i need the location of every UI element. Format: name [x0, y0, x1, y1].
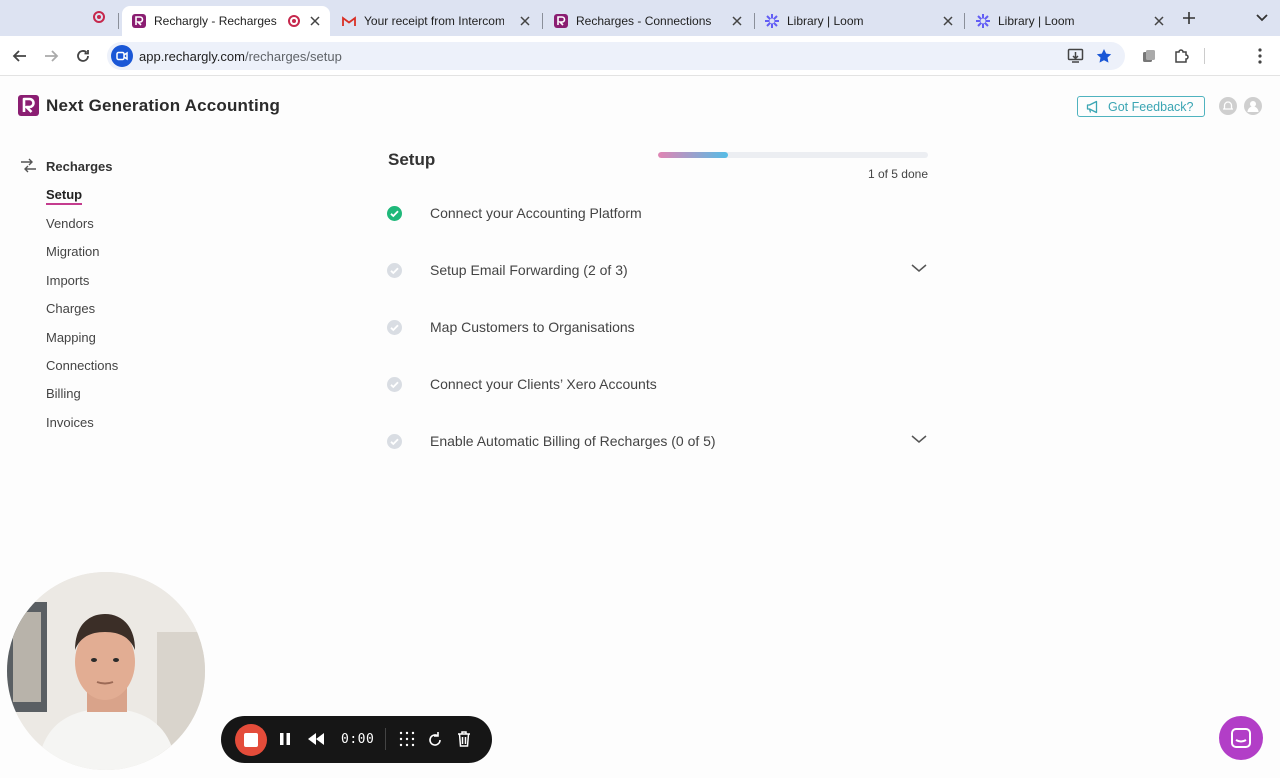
- close-tab-icon[interactable]: [1152, 14, 1166, 28]
- bookmark-star-icon[interactable]: [1096, 48, 1112, 64]
- rechargly-logo[interactable]: [18, 95, 39, 116]
- restart-icon[interactable]: [426, 729, 444, 749]
- sidebar-item-billing[interactable]: Billing: [46, 386, 81, 401]
- extensions-icon[interactable]: [1173, 47, 1190, 64]
- pause-icon[interactable]: [277, 729, 293, 749]
- loom-icon: [765, 14, 779, 28]
- chevron-down-icon[interactable]: [910, 433, 928, 445]
- reload-icon[interactable]: [73, 46, 93, 66]
- toolbar-divider: [1204, 48, 1205, 64]
- setup-progress-text: 1 of 5 done: [867, 167, 928, 181]
- setup-progress-bar: [658, 152, 928, 158]
- drawing-tools-icon[interactable]: [398, 729, 416, 749]
- url-text[interactable]: app.rechargly.com/recharges/setup: [139, 49, 342, 64]
- close-tab-icon[interactable]: [941, 14, 955, 28]
- step-label: Connect your Accounting Platform: [430, 205, 642, 221]
- setup-step-map-customers[interactable]: Map Customers to Organisations: [387, 311, 928, 341]
- tab-title: Library | Loom: [787, 14, 864, 28]
- megaphone-icon: [1086, 100, 1098, 114]
- url-host: app.rechargly.com: [139, 49, 245, 64]
- check-pending-icon: [387, 434, 402, 449]
- stop-recording-button[interactable]: [235, 724, 267, 756]
- sidebar-item-charges[interactable]: Charges: [46, 301, 95, 316]
- tab-separator: [118, 13, 119, 29]
- browser-menu-icon[interactable]: [1254, 47, 1266, 65]
- close-tab-icon[interactable]: [730, 14, 744, 28]
- tab-gmail-receipt[interactable]: Your receipt from Intercom R: [332, 6, 540, 36]
- step-label: Enable Automatic Billing of Recharges (0…: [430, 433, 716, 449]
- sidebar-section-recharges[interactable]: Recharges: [46, 159, 112, 174]
- tab-separator: [964, 13, 965, 29]
- sidebar-item-setup[interactable]: Setup: [46, 187, 83, 205]
- loom-icon: [976, 14, 990, 28]
- user-icon: [1247, 101, 1259, 112]
- gmail-icon: [342, 14, 356, 28]
- extension-puzzle-icon[interactable]: [1141, 48, 1157, 64]
- tab-title: Recharges - Connections: [576, 14, 712, 28]
- site-info-icon[interactable]: [111, 45, 133, 67]
- support-chat-button[interactable]: [1219, 716, 1263, 760]
- got-feedback-button[interactable]: Got Feedback?: [1077, 96, 1205, 117]
- check-pending-icon: [387, 377, 402, 392]
- new-tab-icon[interactable]: [1182, 11, 1196, 25]
- step-label: Connect your Clients’ Xero Accounts: [430, 376, 657, 392]
- recording-timer: 0:00: [341, 732, 375, 747]
- notifications-button[interactable]: [1219, 97, 1237, 115]
- tab-search-chevron-icon[interactable]: [1255, 12, 1269, 24]
- bell-icon: [1223, 101, 1233, 110]
- setup-step-connect-xero[interactable]: Connect your Clients’ Xero Accounts: [387, 368, 928, 398]
- tab-loom-library[interactable]: Library | Loom: [755, 6, 963, 36]
- webcam-bubble[interactable]: [7, 572, 205, 770]
- sidebar-item-migration[interactable]: Migration: [46, 244, 99, 259]
- recording-tab-icon[interactable]: [93, 11, 105, 23]
- setup-step-email-forwarding[interactable]: Setup Email Forwarding (2 of 3): [387, 254, 928, 284]
- tab-loom-library-2[interactable]: Library | Loom: [966, 6, 1174, 36]
- webcam-presenter-image: [7, 572, 205, 770]
- check-done-icon: [387, 206, 402, 221]
- back-icon[interactable]: [10, 46, 30, 66]
- tab-rechargly-recharges[interactable]: Rechargly - Recharges: [122, 6, 330, 36]
- controls-divider: [385, 728, 386, 750]
- step-label: Map Customers to Organisations: [430, 319, 635, 335]
- tab-recharges-connections[interactable]: Recharges - Connections: [544, 6, 752, 36]
- chevron-down-icon[interactable]: [910, 262, 928, 274]
- rewind-icon[interactable]: [306, 729, 326, 749]
- browser-tab-strip: Rechargly - Recharges Your receipt from …: [0, 0, 1280, 36]
- step-label: Setup Email Forwarding (2 of 3): [430, 262, 628, 278]
- feedback-label: Got Feedback?: [1108, 99, 1194, 114]
- close-tab-icon[interactable]: [518, 14, 532, 28]
- user-avatar-button[interactable]: [1244, 97, 1262, 115]
- check-pending-icon: [387, 320, 402, 335]
- tab-separator: [542, 13, 543, 29]
- rechargly-logo-icon: [554, 14, 568, 28]
- close-tab-icon[interactable]: [308, 14, 322, 28]
- check-pending-icon: [387, 263, 402, 278]
- setup-step-connect-accounting[interactable]: Connect your Accounting Platform: [387, 197, 928, 227]
- delete-trash-icon[interactable]: [455, 729, 473, 749]
- setup-progress-fill: [658, 152, 729, 158]
- forward-icon[interactable]: [41, 46, 61, 66]
- sidebar-item-imports[interactable]: Imports: [46, 273, 89, 288]
- install-app-icon[interactable]: [1067, 47, 1084, 64]
- rechargly-logo-icon: [132, 14, 146, 28]
- tab-title: Rechargly - Recharges: [154, 14, 277, 28]
- url-path: /recharges/setup: [244, 49, 342, 64]
- tab-title: Your receipt from Intercom R: [364, 14, 504, 28]
- organisation-name: Next Generation Accounting: [46, 96, 281, 115]
- sidebar-item-mapping[interactable]: Mapping: [46, 330, 96, 345]
- sidebar-item-vendors[interactable]: Vendors: [46, 216, 94, 231]
- tab-recording-icon: [288, 15, 300, 27]
- recharges-section-icon: [21, 158, 36, 173]
- sidebar-item-connections[interactable]: Connections: [46, 358, 118, 373]
- tab-title: Library | Loom: [998, 14, 1075, 28]
- chat-icon: [1231, 728, 1251, 748]
- sidebar-item-invoices[interactable]: Invoices: [46, 415, 94, 430]
- setup-step-automatic-billing[interactable]: Enable Automatic Billing of Recharges (0…: [387, 425, 928, 455]
- page-title: Setup: [388, 150, 436, 169]
